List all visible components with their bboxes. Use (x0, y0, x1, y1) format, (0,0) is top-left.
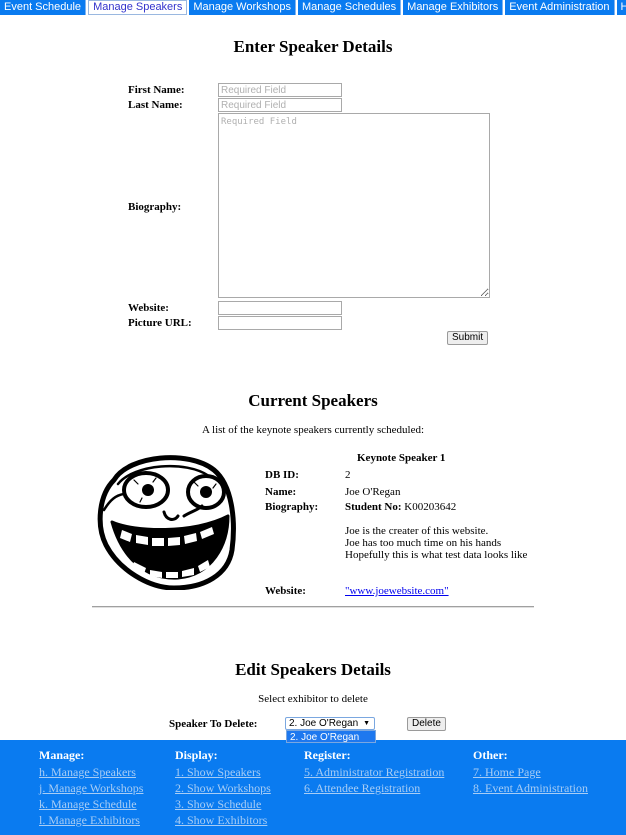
student-no-value: K00203642 (404, 501, 457, 513)
website-value-label: Website: (265, 585, 306, 597)
footer-link[interactable]: 5. Administrator Registration (304, 764, 444, 780)
website-label: Website: (128, 302, 169, 314)
divider (92, 606, 534, 608)
footer-link[interactable]: h. Manage Speakers (39, 764, 143, 780)
tab-manage-exhibitors[interactable]: Manage Exhibitors (403, 0, 504, 15)
footer-col-manage: Manage: h. Manage Speakers j. Manage Wor… (39, 748, 143, 828)
footer-link[interactable]: 3. Show Schedule (175, 796, 271, 812)
footer-link[interactable]: 4. Show Exhibitors (175, 812, 271, 828)
edit-subtitle: Select exhibitor to delete (258, 693, 368, 705)
current-speakers-title: Current Speakers (248, 391, 378, 410)
edit-speakers-title: Edit Speakers Details (235, 660, 391, 679)
footer-link[interactable]: 8. Event Administration (473, 780, 588, 796)
footer-link[interactable]: j. Manage Workshops (39, 780, 143, 796)
db-id-value: 2 (345, 469, 351, 481)
footer-link[interactable]: l. Manage Exhibitors (39, 812, 143, 828)
footer-link[interactable]: 6. Attendee Registration (304, 780, 444, 796)
tab-home[interactable]: Home (616, 0, 626, 15)
biography-value-label: Biography: (265, 501, 319, 513)
first-name-label: First Name: (128, 84, 185, 96)
footer-link[interactable]: 1. Show Speakers (175, 764, 271, 780)
footer-heading: Display: (175, 748, 218, 762)
troll-face-icon (97, 455, 236, 590)
picture-url-input[interactable] (218, 316, 342, 330)
tab-manage-workshops[interactable]: Manage Workshops (189, 0, 296, 15)
biography-label: Biography: (128, 201, 182, 213)
footer-col-display: Display: 1. Show Speakers 2. Show Worksh… (175, 748, 271, 828)
footer: Manage: h. Manage Speakers j. Manage Wor… (0, 740, 626, 835)
speaker-select-option[interactable]: 2. Joe O'Regan (286, 730, 376, 743)
bio-line: Joe has too much time on his hands (345, 537, 502, 549)
speaker-select[interactable]: 2. Joe O'Regan ▼ (285, 717, 375, 730)
last-name-input[interactable] (218, 98, 342, 112)
name-label: Name: (265, 486, 297, 498)
tab-event-administration[interactable]: Event Administration (505, 0, 615, 15)
website-input[interactable] (218, 301, 342, 315)
name-value: Joe O'Regan (345, 486, 401, 498)
speaker-picture (97, 455, 236, 590)
picture-url-label: Picture URL: (128, 317, 192, 329)
footer-col-other: Other: 7. Home Page 8. Event Administrat… (473, 748, 588, 796)
top-nav: Event Schedule Manage Speakers Manage Wo… (0, 0, 626, 15)
speaker-to-delete-label: Speaker To Delete: (169, 718, 258, 730)
tab-manage-schedules[interactable]: Manage Schedules (297, 0, 402, 15)
first-name-input[interactable] (218, 83, 342, 97)
tab-manage-speakers[interactable]: Manage Speakers (88, 0, 188, 15)
current-speakers-subtitle: A list of the keynote speakers currently… (201, 424, 425, 436)
tab-event-schedule[interactable]: Event Schedule (0, 0, 87, 15)
speaker-heading: Keynote Speaker 1 (357, 452, 446, 464)
footer-link[interactable]: k. Manage Schedule (39, 796, 143, 812)
biography-textarea[interactable] (218, 113, 490, 298)
submit-button[interactable]: Submit (447, 331, 489, 345)
delete-button[interactable]: Delete (407, 717, 446, 731)
speaker-select-value: 2. Joe O'Regan (289, 718, 359, 729)
footer-link[interactable]: 7. Home Page (473, 764, 588, 780)
speaker-website-link[interactable]: "www.joewebsite.com" (345, 585, 449, 597)
enter-speaker-title: Enter Speaker Details (233, 37, 393, 56)
footer-heading: Manage: (39, 748, 85, 762)
footer-link[interactable]: 2. Show Workshops (175, 780, 271, 796)
student-no-label: Student No: (345, 501, 402, 513)
footer-heading: Other: (473, 748, 508, 762)
footer-heading: Register: (304, 748, 351, 762)
last-name-label: Last Name: (128, 99, 183, 111)
footer-col-register: Register: 5. Administrator Registration … (304, 748, 444, 796)
chevron-down-icon: ▼ (363, 720, 370, 727)
bio-line: Hopefully this is what test data looks l… (345, 549, 528, 561)
bio-line: Joe is the creater of this website. (345, 525, 489, 537)
student-no: Student No: K00203642 (345, 501, 456, 513)
db-id-label: DB ID: (265, 469, 299, 481)
